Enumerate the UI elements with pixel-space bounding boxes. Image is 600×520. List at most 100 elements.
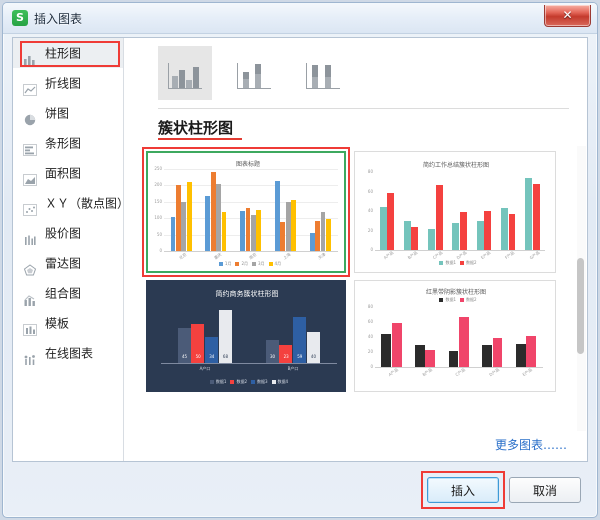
y-axis-tick: 40 [367, 208, 373, 213]
line-chart-icon [23, 77, 38, 96]
chart-bar [484, 211, 492, 250]
legend-swatch [439, 261, 444, 265]
chart-legend: 1月 2月 3月 4月 [148, 261, 344, 267]
gridline [164, 169, 338, 170]
chart-bar [476, 220, 484, 250]
chart-bar [460, 211, 467, 250]
legend-label: 数据2 [236, 379, 247, 384]
sidebar-item-8[interactable]: 雷达图 [13, 248, 123, 278]
chart-bar [448, 350, 459, 367]
legend-label: 数据4 [277, 379, 289, 384]
legend-swatch [218, 262, 223, 266]
subtype-stacked-column[interactable] [227, 46, 281, 100]
legend-swatch [235, 262, 240, 266]
chart-bar [186, 182, 192, 251]
chart-bar [515, 343, 526, 367]
chart-preview-simple-summary[interactable]: 简约工作总结簇状柱形图 0 20 40 60 80 A产品 B产品 C产品 D产品 E产品 F产品 G产… [354, 151, 556, 273]
insert-chart-dialog: S 插入图表 ✕ 柱形图 折线图 饼图 条形图 面积图 ＸＹ（散点图） 股价图 雷达图 组合图模… [2, 2, 598, 518]
sidebar-item-10[interactable]: 模板 [13, 308, 123, 338]
chart-bar [291, 200, 296, 251]
y-axis-tick: 20 [367, 349, 373, 354]
y-axis-tick: 100 [154, 215, 162, 221]
chart-preview-clustered-column[interactable]: 图表标题 0 50 100 150 200 250 北京 重庆 南京 上海 天津 1月 2月 3月 4月 [146, 151, 346, 273]
chart-bar [435, 184, 443, 250]
legend-label: 数据1 [445, 297, 456, 302]
y-axis-tick: 80 [367, 304, 373, 309]
y-axis-tick: 0 [370, 247, 373, 252]
sidebar-item-label: 柱形图 [45, 46, 82, 61]
legend-label: 2月 [241, 261, 248, 266]
close-button[interactable]: ✕ [544, 5, 591, 27]
dialog-content: 柱形图折线图饼图条形图面积图 ＸＹ（散点图） 股价图雷达图组合图模板在线图表 [12, 37, 588, 462]
legend-swatch [230, 380, 235, 384]
chart-bar [414, 344, 425, 367]
dialog-footer: 插入 取消 [3, 465, 597, 517]
subtype-100-stacked-column[interactable] [296, 46, 350, 100]
sidebar-item-label: 折线图 [45, 76, 82, 91]
chart-bar [501, 208, 508, 250]
subtype-clustered-column[interactable] [158, 46, 212, 100]
legend-label: 数据2 [466, 260, 477, 265]
sidebar-item-2[interactable]: 折线图 [13, 68, 123, 98]
chart-bar [285, 201, 291, 251]
sidebar-item-label: 模板 [45, 316, 70, 331]
chart-bar [315, 221, 320, 251]
chart-title: 简约工作总结簇状柱形图 [422, 162, 489, 169]
sidebar-item-9[interactable]: 组合图 [13, 278, 123, 308]
chart-preview-business-dark[interactable]: 简约商务簇状柱形图 45 50 34 68 A产口 30 23 59 40 B产口 数据1 数据2 数据3… [146, 280, 346, 392]
section-title: 簇状柱形图 [158, 119, 234, 137]
sidebar-item-11[interactable]: 在线图表 [13, 338, 123, 368]
template-icon [23, 317, 38, 336]
sidebar-item-label: 饼图 [45, 106, 70, 121]
chart-bar [482, 345, 492, 367]
y-axis-tick: 150 [154, 198, 162, 204]
chart-bar [205, 195, 211, 251]
mini-chart: 图表标题 0 50 100 150 200 250 北京 重庆 南京 上海 天津 1月 2月 3月 4月 [148, 153, 344, 271]
sidebar-item-label: 条形图 [45, 136, 82, 151]
gallery-scrollbar-thumb[interactable] [577, 258, 584, 354]
chart-bar [216, 183, 221, 251]
x-axis [161, 363, 337, 364]
chart-preview-red-black-shadow[interactable]: 红黑带阴影簇状柱形图 0 20 40 60 80 A产品 B产品 C产品 D产品 E产品 数据1 数据2 [354, 280, 556, 392]
legend-label: 1月 [224, 261, 232, 266]
sidebar-item-4[interactable]: 条形图 [13, 128, 123, 158]
sidebar-item-3[interactable]: 饼图 [13, 98, 123, 128]
legend-swatch [251, 380, 255, 384]
x-axis-label: B产口 [287, 366, 299, 371]
data-label: 59 [297, 354, 303, 359]
chart-bar [221, 211, 227, 251]
legend-swatch [268, 262, 273, 266]
y-axis-tick: 0 [159, 248, 162, 253]
pie-chart-icon [23, 107, 38, 125]
plot-area: 0 50 100 150 200 250 北京 重庆 南京 上海 天津 [154, 166, 338, 260]
wps-app-icon: S [12, 10, 28, 26]
chart-subtype-row [158, 46, 365, 102]
legend-swatch [460, 298, 464, 302]
column-chart-icon [23, 47, 38, 66]
insert-button[interactable]: 插入 [427, 477, 499, 503]
sidebar-item-label: 雷达图 [45, 256, 82, 271]
sidebar-item-6[interactable]: ＸＹ（散点图） [13, 188, 129, 218]
chart-template-grid: 图表标题 0 50 100 150 200 250 北京 重庆 南京 上海 天津 1月 2月 3月 4月 简约工… [136, 146, 573, 419]
chart-bar [379, 207, 387, 250]
legend-label: 数据3 [257, 379, 268, 384]
chart-bar [532, 183, 540, 250]
chart-bar [265, 339, 279, 363]
legend-label: 4月 [274, 261, 282, 266]
sidebar-item-7[interactable]: 股价图 [13, 218, 123, 248]
more-charts-link[interactable]: 更多图表…… [495, 436, 567, 453]
y-axis-tick: 60 [367, 188, 373, 194]
sidebar-item-5[interactable]: 面积图 [13, 158, 123, 188]
gallery-scrollbar-track[interactable] [577, 146, 586, 431]
chart-gallery-panel: 簇状柱形图 图表标题 0 50 100 150 200 250 北京 重庆 南京 上海 天津 1月 2月 3… [124, 38, 587, 461]
y-axis-tick: 250 [154, 166, 162, 171]
sidebar-item-label: 股价图 [45, 226, 82, 241]
chart-bar [176, 185, 181, 251]
sidebar-item-1[interactable]: 柱形图 [13, 38, 123, 68]
data-label: 34 [209, 354, 215, 359]
legend-label: 数据2 [466, 297, 477, 302]
chart-bar [525, 177, 533, 250]
y-axis-tick: 0 [370, 364, 373, 369]
cancel-button[interactable]: 取消 [509, 477, 581, 503]
chart-bar [275, 181, 280, 251]
